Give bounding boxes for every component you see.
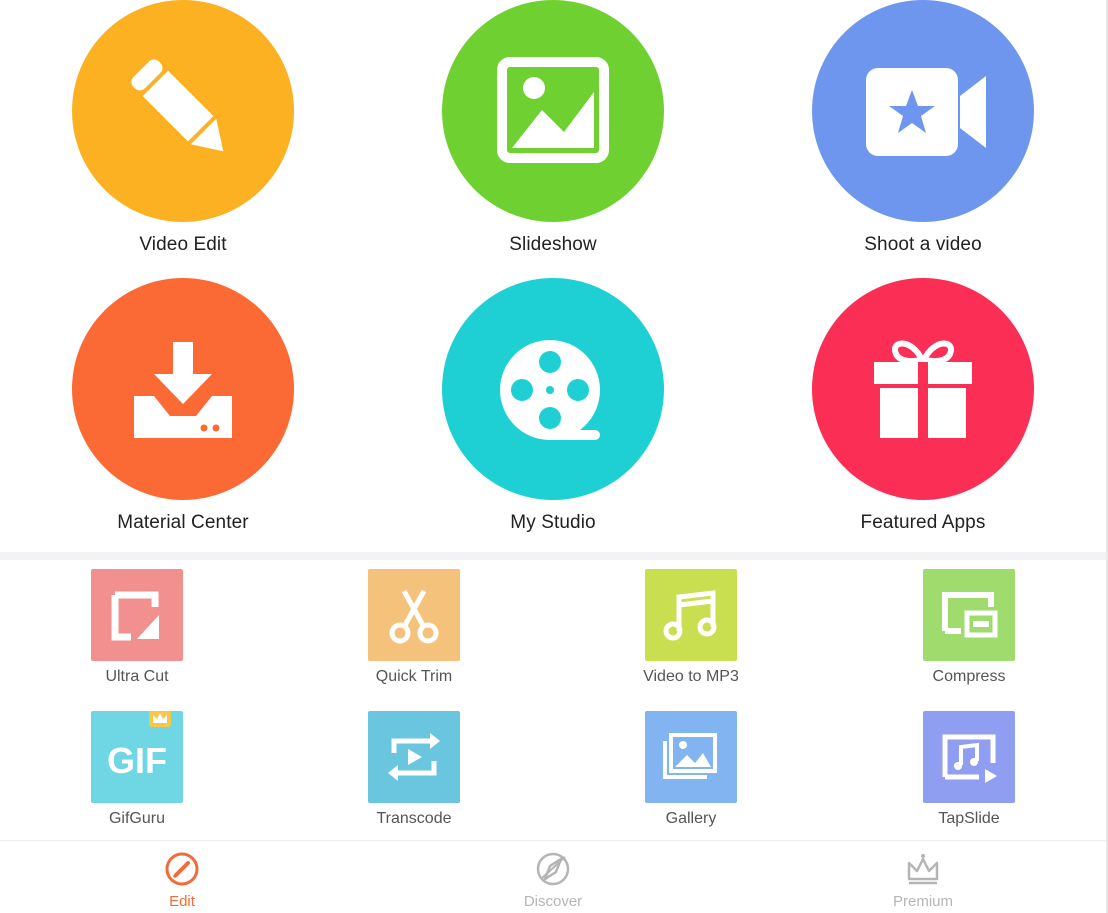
tapslide-tile[interactable] xyxy=(923,711,1015,803)
music-note-icon xyxy=(663,590,717,641)
slideshow-circle[interactable] xyxy=(442,0,664,222)
ultra-cut-label: Ultra Cut xyxy=(105,668,169,685)
edit-circle-icon xyxy=(165,852,199,886)
shoot-video-label: Shoot a video xyxy=(864,234,982,255)
pencil-icon xyxy=(131,59,224,156)
shoot-video-circle[interactable] xyxy=(812,0,1034,222)
image-icon xyxy=(497,57,609,163)
video-to-mp3-tile[interactable] xyxy=(645,569,737,661)
gifguru-tile[interactable]: GIF xyxy=(91,711,183,803)
main-feature-grid: Video Edit Slideshow Shoot a video Mater… xyxy=(0,0,1108,552)
transcode-icon xyxy=(388,733,440,781)
tapslide-label: TapSlide xyxy=(938,810,1000,827)
featured-apps-button[interactable]: Featured Apps xyxy=(773,278,1073,534)
shoot-video-button[interactable]: Shoot a video xyxy=(773,0,1073,256)
compress-icon xyxy=(942,592,998,638)
compress-button[interactable]: Compress xyxy=(879,569,1059,686)
material-center-circle[interactable] xyxy=(72,278,294,500)
video-edit-label: Video Edit xyxy=(139,234,227,255)
tab-discover-label: Discover xyxy=(523,893,583,910)
my-studio-button[interactable]: My Studio xyxy=(403,278,703,534)
tools-grid: Ultra Cut Quick Trim Video to MP3 Compre… xyxy=(0,560,1108,840)
video-to-mp3-button[interactable]: Video to MP3 xyxy=(601,569,781,686)
transcode-label: Transcode xyxy=(376,810,452,827)
tapslide-button[interactable]: TapSlide xyxy=(879,711,1059,828)
gallery-button[interactable]: Gallery xyxy=(601,711,781,828)
tapslide-icon xyxy=(942,734,997,783)
gallery-icon xyxy=(663,733,717,779)
film-reel-icon xyxy=(500,340,600,440)
quick-trim-tile[interactable] xyxy=(368,569,460,661)
my-studio-circle[interactable] xyxy=(442,278,664,500)
video-camera-star-icon xyxy=(866,68,986,156)
tab-edit[interactable]: Edit xyxy=(82,841,282,913)
download-tray-icon xyxy=(134,342,232,438)
ultra-cut-tile[interactable] xyxy=(91,569,183,661)
bottom-tab-bar: Edit Discover Premium xyxy=(0,840,1108,913)
tab-discover[interactable]: Discover xyxy=(453,841,653,913)
gallery-label: Gallery xyxy=(665,810,717,827)
video-edit-circle[interactable] xyxy=(72,0,294,222)
slideshow-label: Slideshow xyxy=(509,234,597,255)
gifguru-label: GifGuru xyxy=(108,810,165,827)
gif-text: GIF xyxy=(107,740,167,781)
crown-badge-icon xyxy=(149,711,171,727)
gif-icon: GIF xyxy=(107,711,171,781)
video-to-mp3-label: Video to MP3 xyxy=(643,668,739,685)
transcode-button[interactable]: Transcode xyxy=(324,711,504,828)
crop-icon xyxy=(111,591,159,641)
quick-trim-button[interactable]: Quick Trim xyxy=(324,569,504,686)
crown-icon xyxy=(907,854,939,885)
gift-icon xyxy=(874,340,972,438)
transcode-tile[interactable] xyxy=(368,711,460,803)
scissors-icon xyxy=(389,589,439,644)
video-edit-button[interactable]: Video Edit xyxy=(33,0,333,256)
compass-icon xyxy=(536,852,570,886)
featured-apps-label: Featured Apps xyxy=(860,512,986,533)
ultra-cut-button[interactable]: Ultra Cut xyxy=(47,569,227,686)
compress-tile[interactable] xyxy=(923,569,1015,661)
section-divider xyxy=(0,552,1108,560)
gallery-tile[interactable] xyxy=(645,711,737,803)
tab-premium[interactable]: Premium xyxy=(823,841,1023,913)
featured-apps-circle[interactable] xyxy=(812,278,1034,500)
tab-edit-label: Edit xyxy=(169,893,195,910)
material-center-label: Material Center xyxy=(117,512,249,533)
my-studio-label: My Studio xyxy=(510,512,596,533)
slideshow-button[interactable]: Slideshow xyxy=(403,0,703,256)
quick-trim-label: Quick Trim xyxy=(375,668,453,685)
home-screen: Video Edit Slideshow Shoot a video Mater… xyxy=(0,0,1108,913)
gifguru-button[interactable]: GIF GifGuru xyxy=(47,711,227,828)
compress-label: Compress xyxy=(932,668,1006,685)
tab-premium-label: Premium xyxy=(892,893,953,910)
material-center-button[interactable]: Material Center xyxy=(33,278,333,534)
